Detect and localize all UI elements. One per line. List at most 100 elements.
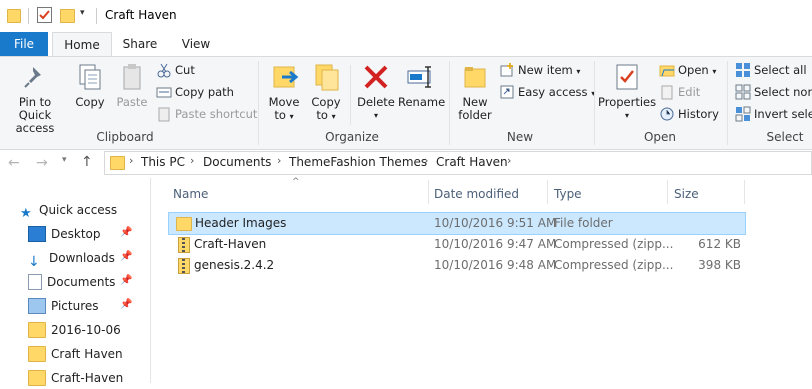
easy-access-button[interactable]: Easy access ▾ xyxy=(499,83,595,101)
tab-home[interactable]: Home xyxy=(52,32,112,56)
rename-icon xyxy=(404,61,436,93)
properties-button[interactable]: Properties ▾ xyxy=(598,61,656,122)
select-all-label: Select all xyxy=(754,63,807,77)
new-item-label: New item xyxy=(518,63,573,77)
invert-selection-button[interactable]: Invert selec xyxy=(735,105,812,123)
select-none-button[interactable]: Select none xyxy=(735,83,812,101)
up-arrow-icon[interactable]: ↑ xyxy=(81,154,93,170)
folder-icon xyxy=(7,9,21,23)
nav-item-craft-haven[interactable]: Craft Haven xyxy=(28,343,123,365)
paste-shortcut-button[interactable]: Paste shortcut xyxy=(156,105,257,123)
nav-item-downloads[interactable]: ↓ Downloads xyxy=(28,247,115,270)
new-item-button[interactable]: New item ▾ xyxy=(499,61,580,79)
table-row[interactable]: genesis.2.4.2 10/10/2016 9:48 AM Compres… xyxy=(168,255,744,276)
nav-item-pictures[interactable]: Pictures xyxy=(28,295,99,317)
file-type: Compressed (zipp... xyxy=(554,237,674,251)
column-divider[interactable] xyxy=(667,180,668,204)
file-name: Header Images xyxy=(195,216,287,230)
breadcrumb-chevron-icon[interactable]: › xyxy=(277,154,281,167)
desktop-icon xyxy=(28,225,46,242)
recent-locations-icon[interactable]: ▾ xyxy=(62,155,67,165)
breadcrumb-documents[interactable]: Documents xyxy=(203,155,271,169)
pin-icon[interactable]: 📌 xyxy=(120,227,132,238)
paste-shortcut-label: Paste shortcut xyxy=(175,107,258,121)
select-all-button[interactable]: Select all xyxy=(735,61,807,79)
navigation-pane: ★ Quick access Desktop 📌 ↓ Downloads 📌 Doc… xyxy=(0,178,150,386)
new-folder-button[interactable]: New folder xyxy=(454,61,496,122)
column-divider[interactable] xyxy=(547,180,548,204)
breadcrumb-this-pc[interactable]: This PC xyxy=(141,155,185,169)
select-all-icon xyxy=(735,62,751,78)
edit-button[interactable]: Edit xyxy=(659,83,700,101)
nav-item-2016-10-06[interactable]: 2016-10-06 xyxy=(28,319,121,341)
nav-item-craft-haven-zip[interactable]: Craft-Haven xyxy=(28,367,123,389)
breadcrumb-themefashion-themes[interactable]: ThemeFashion Themes xyxy=(289,155,427,169)
tab-share[interactable]: Share xyxy=(113,32,167,56)
group-separator xyxy=(449,61,450,145)
column-header-name[interactable]: Name xyxy=(173,187,208,201)
table-row[interactable]: Craft-Haven 10/10/2016 9:47 AM Compresse… xyxy=(168,234,744,255)
forward-arrow-icon[interactable]: → xyxy=(36,155,48,171)
back-arrow-icon[interactable]: ← xyxy=(8,155,20,171)
properties-label: Properties xyxy=(598,95,657,109)
delete-label: Delete xyxy=(357,95,395,109)
breadcrumb-chevron-icon[interactable]: › xyxy=(424,154,428,167)
open-button[interactable]: Open ▾ xyxy=(659,61,716,79)
breadcrumb-craft-haven[interactable]: Craft Haven xyxy=(436,155,508,169)
copy-button[interactable]: Copy xyxy=(72,61,108,109)
open-folder-icon xyxy=(659,62,675,78)
copy-to-button[interactable]: Copy to ▾ xyxy=(308,61,344,123)
breadcrumb-chevron-icon[interactable]: › xyxy=(190,154,194,167)
pin-icon[interactable]: 📌 xyxy=(120,251,132,262)
table-row[interactable]: Header Images 10/10/2016 9:51 AM File fo… xyxy=(168,212,746,235)
pin-icon[interactable]: 📌 xyxy=(120,275,132,286)
organize-group-label: Organize xyxy=(325,130,379,144)
new-folder-qat-icon[interactable] xyxy=(60,9,75,23)
folder-icon xyxy=(28,321,46,338)
paste-shortcut-icon xyxy=(156,106,172,122)
move-to-button[interactable]: Move to ▾ xyxy=(266,61,302,123)
cut-button[interactable]: Cut xyxy=(156,61,195,79)
paste-icon xyxy=(116,61,148,93)
properties-check-icon[interactable] xyxy=(37,7,52,23)
column-divider[interactable] xyxy=(744,180,745,204)
pin-to-quick-access-button[interactable]: Pin to Quick access xyxy=(2,61,68,135)
file-type: File folder xyxy=(554,216,613,230)
paste-button[interactable]: Paste xyxy=(112,61,152,109)
pin-icon[interactable]: 📌 xyxy=(120,299,132,310)
rename-button[interactable]: Rename xyxy=(398,61,445,109)
history-button[interactable]: History xyxy=(659,105,719,123)
column-header-type[interactable]: Type xyxy=(554,187,582,201)
address-bar[interactable]: › This PC › Documents › ThemeFashion The… xyxy=(104,151,812,175)
breadcrumb-chevron-icon[interactable]: › xyxy=(507,154,511,167)
pane-divider[interactable] xyxy=(150,178,151,383)
folder-icon xyxy=(28,369,46,386)
copy-to-icon xyxy=(310,61,342,93)
open-label: Open xyxy=(678,63,709,77)
column-divider[interactable] xyxy=(428,180,429,204)
copy-path-icon xyxy=(156,84,172,100)
copy-path-button[interactable]: Copy path xyxy=(156,83,234,101)
file-name: genesis.2.4.2 xyxy=(194,258,275,272)
new-item-icon xyxy=(499,62,515,78)
qat-dropdown-icon[interactable]: ▾ xyxy=(80,8,85,18)
column-header-date[interactable]: Date modified xyxy=(434,187,519,201)
nav-item-desktop[interactable]: Desktop xyxy=(28,223,101,245)
properties-dropdown-icon[interactable]: ▾ xyxy=(598,109,656,122)
delete-dropdown-icon[interactable]: ▾ xyxy=(356,109,396,122)
group-separator xyxy=(727,61,728,145)
nav-item-documents[interactable]: Documents xyxy=(28,271,115,293)
nav-item-quick-access[interactable]: ★ Quick access xyxy=(20,199,117,221)
address-folder-icon xyxy=(110,156,125,170)
tab-view[interactable]: View xyxy=(170,32,222,56)
tab-file[interactable]: File xyxy=(0,32,48,56)
open-group-label: Open xyxy=(643,130,677,144)
file-type: Compressed (zipp... xyxy=(554,258,674,272)
title-bar: ▾ Craft Haven xyxy=(0,0,812,32)
delete-button[interactable]: Delete ▾ xyxy=(356,61,396,122)
easy-access-icon xyxy=(499,84,515,100)
select-none-icon xyxy=(735,84,751,100)
column-header-size[interactable]: Size xyxy=(674,187,699,201)
breadcrumb-chevron-icon[interactable]: › xyxy=(129,154,133,167)
easy-access-label: Easy access xyxy=(518,85,588,99)
